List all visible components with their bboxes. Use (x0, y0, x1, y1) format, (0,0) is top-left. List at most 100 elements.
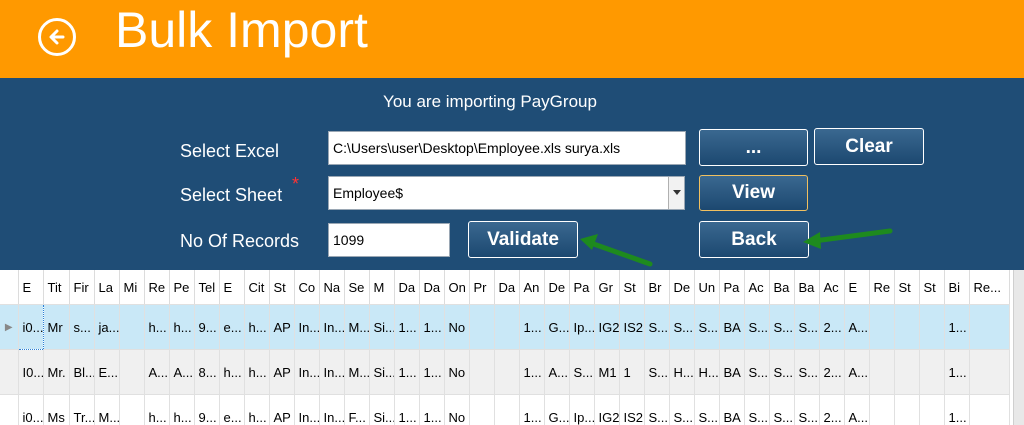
table-cell[interactable]: S... (744, 304, 770, 350)
table-cell[interactable]: Mr. (43, 349, 70, 395)
table-cell[interactable]: Tr... (69, 394, 95, 425)
table-cell[interactable]: 1... (944, 394, 970, 425)
column-header[interactable]: Ac (819, 270, 845, 305)
table-cell[interactable]: I0... (18, 349, 44, 395)
column-header[interactable]: Mi (119, 270, 145, 305)
table-cell[interactable]: 1... (419, 394, 445, 425)
table-cell[interactable]: h... (244, 349, 270, 395)
table-cell[interactable]: 1... (419, 304, 445, 350)
table-cell[interactable] (869, 304, 895, 350)
table-cell[interactable]: A... (144, 349, 170, 395)
table-cell[interactable]: 1... (519, 304, 545, 350)
table-cell[interactable]: 1... (394, 394, 420, 425)
column-header[interactable]: Pe (169, 270, 195, 305)
table-cell[interactable] (919, 304, 945, 350)
table-cell[interactable]: S... (769, 349, 795, 395)
column-header[interactable]: Tel (194, 270, 220, 305)
chevron-down-icon[interactable] (668, 177, 684, 209)
table-cell[interactable]: h... (169, 394, 195, 425)
column-header[interactable]: Ac (744, 270, 770, 305)
column-header[interactable]: Re (144, 270, 170, 305)
table-cell[interactable]: AP (269, 394, 295, 425)
clear-button[interactable]: Clear (814, 128, 924, 165)
sheet-select[interactable]: Employee$ (328, 176, 685, 210)
column-header[interactable]: La (94, 270, 120, 305)
table-cell[interactable]: No (444, 304, 470, 350)
table-cell[interactable]: 1... (944, 349, 970, 395)
column-header[interactable]: Da (419, 270, 445, 305)
table-cell[interactable]: s... (69, 304, 95, 350)
table-cell[interactable]: 1... (419, 349, 445, 395)
view-button[interactable]: View (699, 175, 808, 211)
table-cell[interactable] (969, 394, 1010, 425)
table-cell[interactable]: No (444, 394, 470, 425)
column-header[interactable]: St (269, 270, 295, 305)
table-cell[interactable] (919, 394, 945, 425)
table-cell[interactable]: M... (344, 304, 370, 350)
table-cell[interactable]: IS2 (619, 394, 645, 425)
column-header[interactable]: On (444, 270, 470, 305)
table-cell[interactable] (969, 349, 1010, 395)
table-cell[interactable] (469, 304, 495, 350)
table-cell[interactable]: A... (844, 394, 870, 425)
table-cell[interactable]: A... (169, 349, 195, 395)
table-cell[interactable] (894, 304, 920, 350)
current-row-indicator-icon[interactable]: ▶ (0, 304, 19, 350)
table-cell[interactable] (494, 349, 520, 395)
table-cell[interactable]: 2... (819, 304, 845, 350)
table-cell[interactable]: S... (744, 394, 770, 425)
vertical-scrollbar[interactable] (1013, 270, 1024, 425)
table-cell[interactable] (869, 349, 895, 395)
table-cell[interactable]: IG2 (594, 304, 620, 350)
table-cell[interactable]: E... (94, 349, 120, 395)
table-cell[interactable]: Si... (369, 304, 395, 350)
table-cell[interactable]: A... (844, 349, 870, 395)
table-row[interactable]: ▶ i0... Mr s... ja... h... h... 9... e... h... AP I… (0, 304, 1010, 350)
table-cell[interactable]: BA (719, 304, 745, 350)
table-cell[interactable]: No (444, 349, 470, 395)
column-header[interactable]: St (619, 270, 645, 305)
back-button[interactable]: Back (699, 221, 809, 258)
table-cell[interactable] (119, 304, 145, 350)
excel-path-input[interactable]: C:\Users\user\Desktop\Employee.xls surya… (328, 131, 686, 165)
table-cell[interactable]: In... (294, 394, 320, 425)
column-header[interactable]: Br (644, 270, 670, 305)
table-cell[interactable]: e... (219, 304, 245, 350)
table-cell[interactable]: S... (769, 394, 795, 425)
table-cell[interactable]: F... (344, 394, 370, 425)
table-cell[interactable]: Ms (43, 394, 70, 425)
column-header[interactable]: St (919, 270, 945, 305)
table-cell[interactable]: Si... (369, 349, 395, 395)
table-row[interactable]: i0... Ms Tr... M... h... h... 9... e... h... AP In… (0, 394, 1010, 425)
table-cell[interactable]: 2... (819, 394, 845, 425)
table-cell[interactable] (119, 349, 145, 395)
table-cell[interactable]: h... (219, 349, 245, 395)
table-cell[interactable]: h... (169, 304, 195, 350)
column-header[interactable]: Re (869, 270, 895, 305)
column-header[interactable]: E (844, 270, 870, 305)
table-cell[interactable] (469, 394, 495, 425)
table-cell[interactable]: In... (319, 304, 345, 350)
table-cell[interactable]: G... (544, 304, 570, 350)
column-header[interactable]: De (669, 270, 695, 305)
table-cell[interactable]: Ip... (569, 394, 595, 425)
column-header[interactable]: An (519, 270, 545, 305)
column-header[interactable]: Da (394, 270, 420, 305)
column-header[interactable]: Re... (969, 270, 1010, 305)
table-cell[interactable]: S... (694, 304, 720, 350)
table-cell[interactable]: In... (294, 304, 320, 350)
table-cell[interactable]: S... (644, 304, 670, 350)
table-cell[interactable]: G... (544, 394, 570, 425)
table-cell[interactable] (894, 394, 920, 425)
column-header[interactable]: Cit (244, 270, 270, 305)
column-header[interactable]: Tit (43, 270, 70, 305)
table-cell[interactable]: S... (644, 349, 670, 395)
table-cell[interactable] (869, 394, 895, 425)
table-cell[interactable]: IG2 (594, 394, 620, 425)
table-cell[interactable]: S... (794, 304, 820, 350)
column-header[interactable]: M (369, 270, 395, 305)
table-cell[interactable]: S... (769, 304, 795, 350)
validate-button[interactable]: Validate (468, 221, 578, 258)
table-cell[interactable]: S... (644, 394, 670, 425)
back-arrow-icon[interactable] (38, 18, 76, 56)
